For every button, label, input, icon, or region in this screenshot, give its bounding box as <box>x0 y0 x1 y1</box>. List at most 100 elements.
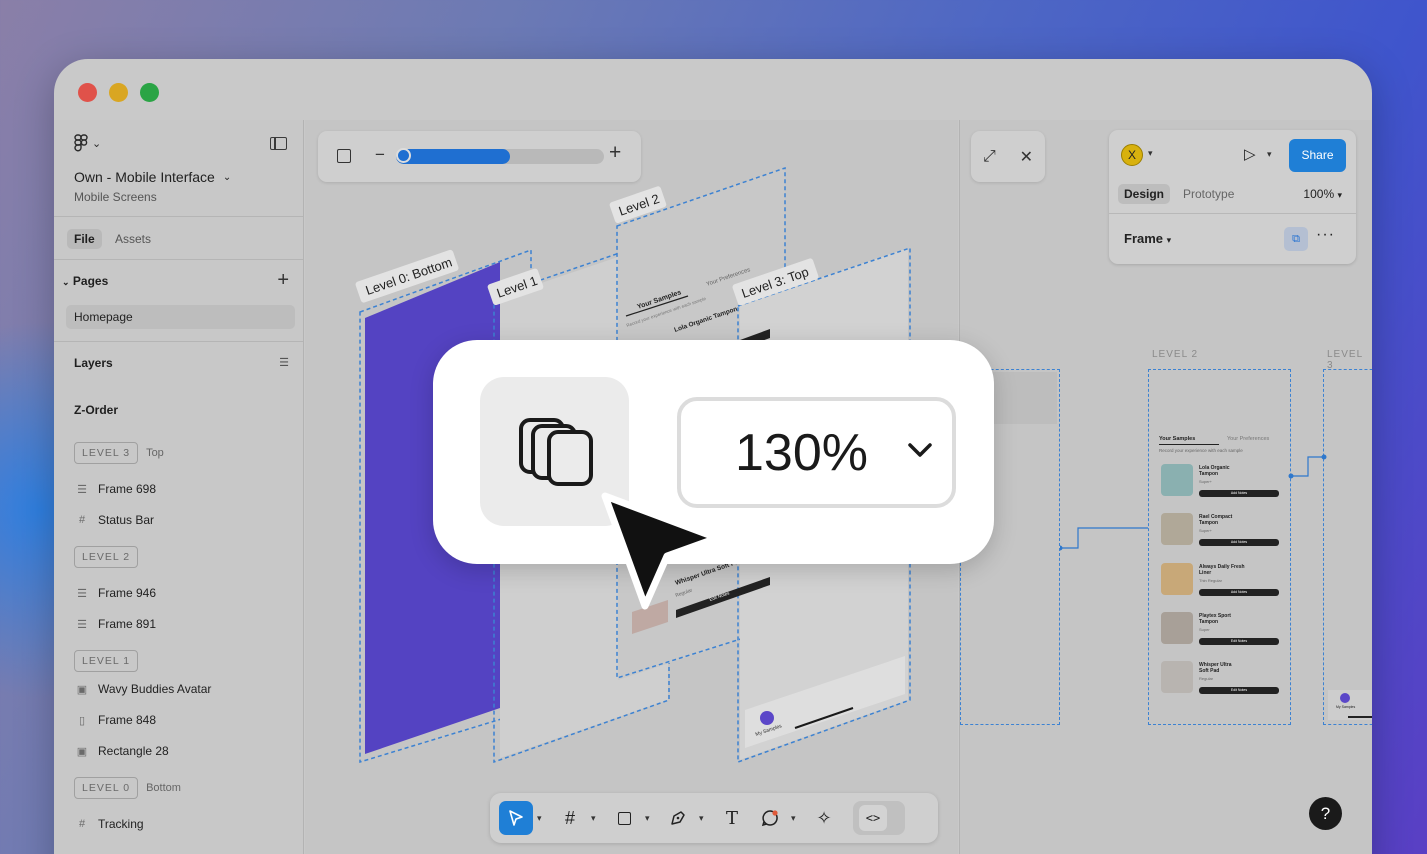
level-3-group[interactable]: LEVEL 3 Top <box>74 442 164 464</box>
left-sidebar: ⌄ Own - Mobile Interface ⌄ Mobile Screens… <box>54 120 304 854</box>
help-button[interactable]: ? <box>1309 797 1342 830</box>
layer-item[interactable]: ☰ Frame 946 <box>76 586 156 600</box>
avatar[interactable]: X <box>1121 144 1143 166</box>
tab-design[interactable]: Design <box>1118 184 1171 204</box>
right-panel: ⤢ ✕ X ▾ ▷ ▾ Share Design Prototype 100% … <box>959 120 1372 854</box>
connector-line <box>1060 527 1148 549</box>
zoom-slider-handle[interactable] <box>396 148 411 163</box>
mouse-pointer-icon <box>601 492 721 610</box>
zoom-dropdown[interactable]: 100% ▾ <box>1303 187 1342 201</box>
chevron-down-icon: ▾ <box>1337 190 1342 200</box>
play-icon[interactable]: ▷ <box>1244 145 1256 163</box>
zoom-in-icon[interactable]: + <box>609 141 621 165</box>
dev-mode-toggle[interactable]: <> <box>853 801 905 835</box>
frame-icon[interactable] <box>337 149 351 163</box>
chevron-down-icon: ⌄ <box>92 137 102 150</box>
page-item-homepage[interactable]: Homepage <box>66 305 295 329</box>
layer-item[interactable]: ▯ Frame 848 <box>76 713 156 727</box>
layer-item[interactable]: ▣ Rectangle 28 <box>76 744 169 758</box>
layers-heading: Layers <box>74 356 113 370</box>
main-menu-button[interactable]: ⌄ <box>74 134 101 152</box>
tab-file[interactable]: File <box>67 229 102 249</box>
product-thumb <box>1161 661 1193 693</box>
zoom-value: 100% <box>1303 187 1335 201</box>
tab-assets[interactable]: Assets <box>108 229 158 249</box>
minimize-window-button[interactable] <box>109 83 128 102</box>
zoom-slider-track[interactable] <box>396 149 604 164</box>
product-sub: Super <box>1199 627 1210 632</box>
level-2-group[interactable]: LEVEL 2 <box>74 546 139 568</box>
close-icon[interactable]: ✕ <box>1020 147 1033 167</box>
mouse-pointer-shape <box>601 492 721 610</box>
level-tag: Bottom <box>146 782 181 794</box>
layer-name: Frame 848 <box>98 713 157 727</box>
divider <box>1109 213 1356 214</box>
pages-heading[interactable]: ⌄ Pages <box>62 274 108 288</box>
text-tool-button[interactable]: T <box>715 801 749 835</box>
view-controls: ⤢ ✕ <box>971 131 1045 182</box>
frame-tool-button[interactable]: # <box>553 801 587 835</box>
edit-notes-button[interactable]: Edit Notes <box>1199 638 1279 645</box>
move-tool-button[interactable] <box>499 801 533 835</box>
level-0-group[interactable]: LEVEL 0 Bottom <box>74 777 181 799</box>
level-badge: LEVEL 3 <box>74 442 139 464</box>
stacked-layers-icon <box>518 417 593 486</box>
layer-item[interactable]: ☰ Frame 698 <box>76 482 156 496</box>
sidebar-tabs: File Assets <box>54 217 303 260</box>
product-thumb <box>1161 612 1193 644</box>
frame-icon: ☰ <box>77 483 87 496</box>
product-sub: Thin Regular <box>1199 578 1222 583</box>
comment-tool-button[interactable] <box>753 801 787 835</box>
chevron-down-icon[interactable]: ▾ <box>537 813 549 824</box>
hash-icon: # <box>78 818 86 830</box>
maximize-window-button[interactable] <box>140 83 159 102</box>
image-icon: ▣ <box>76 683 88 696</box>
level-badge: LEVEL 0 <box>74 777 139 799</box>
nav-home-icon[interactable] <box>1340 693 1350 703</box>
zoom-out-icon[interactable]: − <box>375 145 385 165</box>
expand-icon[interactable]: ⤢ <box>983 148 996 166</box>
rectangle-tool-button[interactable] <box>607 801 641 835</box>
tab-prototype[interactable]: Prototype <box>1177 184 1240 204</box>
component-icon[interactable]: ⧉ <box>1284 227 1308 251</box>
hash-icon: # <box>564 807 575 828</box>
product-sub: Regular <box>1199 676 1214 681</box>
sidebar-toggle-icon[interactable] <box>270 137 287 150</box>
chevron-down-icon[interactable]: ▾ <box>699 813 711 824</box>
ai-tool-button[interactable]: ✧ <box>807 801 841 835</box>
bottom-toolbar: ▾ # ▾ ▾ ▾ T ▾ ✧ <> <box>490 793 938 843</box>
chevron-down-icon[interactable]: ▾ <box>1267 149 1272 160</box>
frame-icon: ☰ <box>77 587 87 600</box>
level-1-group[interactable]: LEVEL 1 <box>74 650 139 672</box>
chevron-down-icon[interactable]: ▾ <box>591 813 603 824</box>
layer-name: Frame 891 <box>98 617 157 631</box>
layer-item[interactable]: # Tracking <box>76 817 144 831</box>
pen-icon <box>671 811 685 825</box>
chevron-down-icon[interactable]: ▾ <box>1148 148 1153 159</box>
add-notes-button[interactable]: Add Notes <box>1199 589 1279 596</box>
nav-label: My Samples <box>1336 705 1356 709</box>
layer-item[interactable]: ▣ Wavy Buddies Avatar <box>76 682 212 696</box>
image-icon: ▣ <box>76 745 88 758</box>
layer-name: Wavy Buddies Avatar <box>98 682 212 696</box>
layer-item[interactable]: # Status Bar <box>76 513 154 527</box>
frame-outline[interactable]: My Samples <box>1323 369 1372 725</box>
chevron-down-icon[interactable]: ▾ <box>645 813 657 824</box>
code-icon: <> <box>859 805 887 831</box>
connector-dot <box>1288 473 1294 479</box>
layer-item[interactable]: ☰ Frame 891 <box>76 617 156 631</box>
more-options-icon[interactable]: ··· <box>1316 226 1335 244</box>
chevron-down-icon[interactable]: ▾ <box>791 813 803 824</box>
layers-filter-icon[interactable]: ☰ <box>279 356 289 369</box>
sidebar-header: ⌄ Own - Mobile Interface ⌄ Mobile Screens <box>54 120 303 217</box>
layer-name: Status Bar <box>98 513 155 527</box>
add-page-icon[interactable]: + <box>277 269 289 292</box>
share-button[interactable]: Share <box>1289 139 1346 172</box>
close-window-button[interactable] <box>78 83 97 102</box>
figma-logo-icon <box>74 134 88 152</box>
frame-type-dropdown[interactable]: Frame ▾ <box>1124 231 1171 246</box>
edit-notes-button[interactable]: Edit Notes <box>1199 687 1279 694</box>
pen-tool-button[interactable] <box>661 801 695 835</box>
layer-name: Tracking <box>98 817 144 831</box>
project-title[interactable]: Own - Mobile Interface ⌄ <box>74 169 231 185</box>
